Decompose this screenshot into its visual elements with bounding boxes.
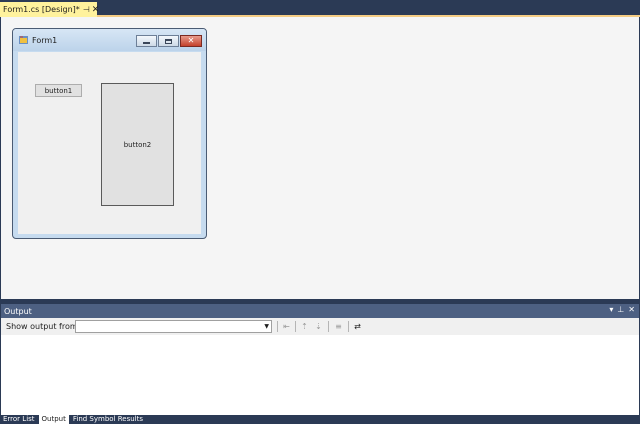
tab-find-symbol-results[interactable]: Find Symbol Results: [70, 415, 146, 424]
toolbar-separator: [348, 321, 349, 332]
minimize-button[interactable]: [136, 35, 157, 47]
maximize-button[interactable]: [158, 35, 179, 47]
pin-icon[interactable]: ⊣: [83, 5, 90, 15]
form-title: Form1: [32, 36, 58, 45]
output-toolbar: Show output from: ▼ ⇤ ⇡ ⇣ ≡ ⇄: [1, 318, 639, 335]
close-x-icon: ✕: [187, 36, 195, 45]
document-tab-form1-design[interactable]: Form1.cs [Design]* ⊣ ✕: [0, 2, 100, 17]
show-output-from-label: Show output from:: [6, 322, 81, 331]
output-text-area[interactable]: [1, 335, 639, 415]
form-app-icon: [19, 36, 28, 44]
button1[interactable]: button1: [35, 84, 82, 97]
output-window-title: Output: [4, 306, 32, 316]
clear-all-icon[interactable]: ≡: [333, 321, 344, 332]
tab-error-list[interactable]: Error List: [0, 415, 38, 424]
toolbar-separator: [277, 321, 278, 332]
dropdown-arrow-icon: ▼: [264, 323, 269, 330]
go-to-previous-message-icon[interactable]: ⇡: [299, 321, 310, 332]
auto-hide-pin-icon[interactable]: ⊥: [617, 305, 624, 314]
button2[interactable]: button2: [101, 83, 174, 206]
maximize-icon: [165, 38, 172, 44]
close-icon[interactable]: ✕: [92, 5, 100, 15]
tab-output[interactable]: Output: [38, 415, 69, 424]
toolbar-separator: [295, 321, 296, 332]
form-window[interactable]: Form1 ✕ button1 button2: [12, 28, 207, 239]
bottom-tool-tabs: Error List Output Find Symbol Results: [0, 415, 640, 424]
toggle-word-wrap-icon[interactable]: ⇄: [352, 321, 363, 332]
toolbar-separator: [328, 321, 329, 332]
find-message-in-code-icon[interactable]: ⇤: [281, 321, 292, 332]
output-window-titlebar: Output ▾ ⊥ ✕: [1, 304, 639, 318]
form-window-controls: ✕: [136, 35, 203, 47]
minimize-icon: [143, 41, 150, 44]
designer-surface[interactable]: Form1 ✕ button1 button2: [1, 17, 639, 299]
document-tab-title: Form1.cs [Design]*: [3, 5, 80, 14]
form-client-area[interactable]: button1 button2: [18, 52, 201, 234]
tool-window-controls: ▾ ⊥ ✕: [609, 305, 635, 314]
output-source-dropdown[interactable]: ▼: [75, 320, 272, 333]
window-position-dropdown-icon[interactable]: ▾: [609, 305, 613, 314]
document-tab-strip: Form1.cs [Design]* ⊣ ✕: [0, 0, 640, 17]
form-titlebar[interactable]: Form1 ✕: [13, 29, 206, 51]
go-to-next-message-icon[interactable]: ⇣: [313, 321, 324, 332]
form-close-button[interactable]: ✕: [180, 35, 202, 47]
tool-window-close-icon[interactable]: ✕: [628, 305, 635, 314]
